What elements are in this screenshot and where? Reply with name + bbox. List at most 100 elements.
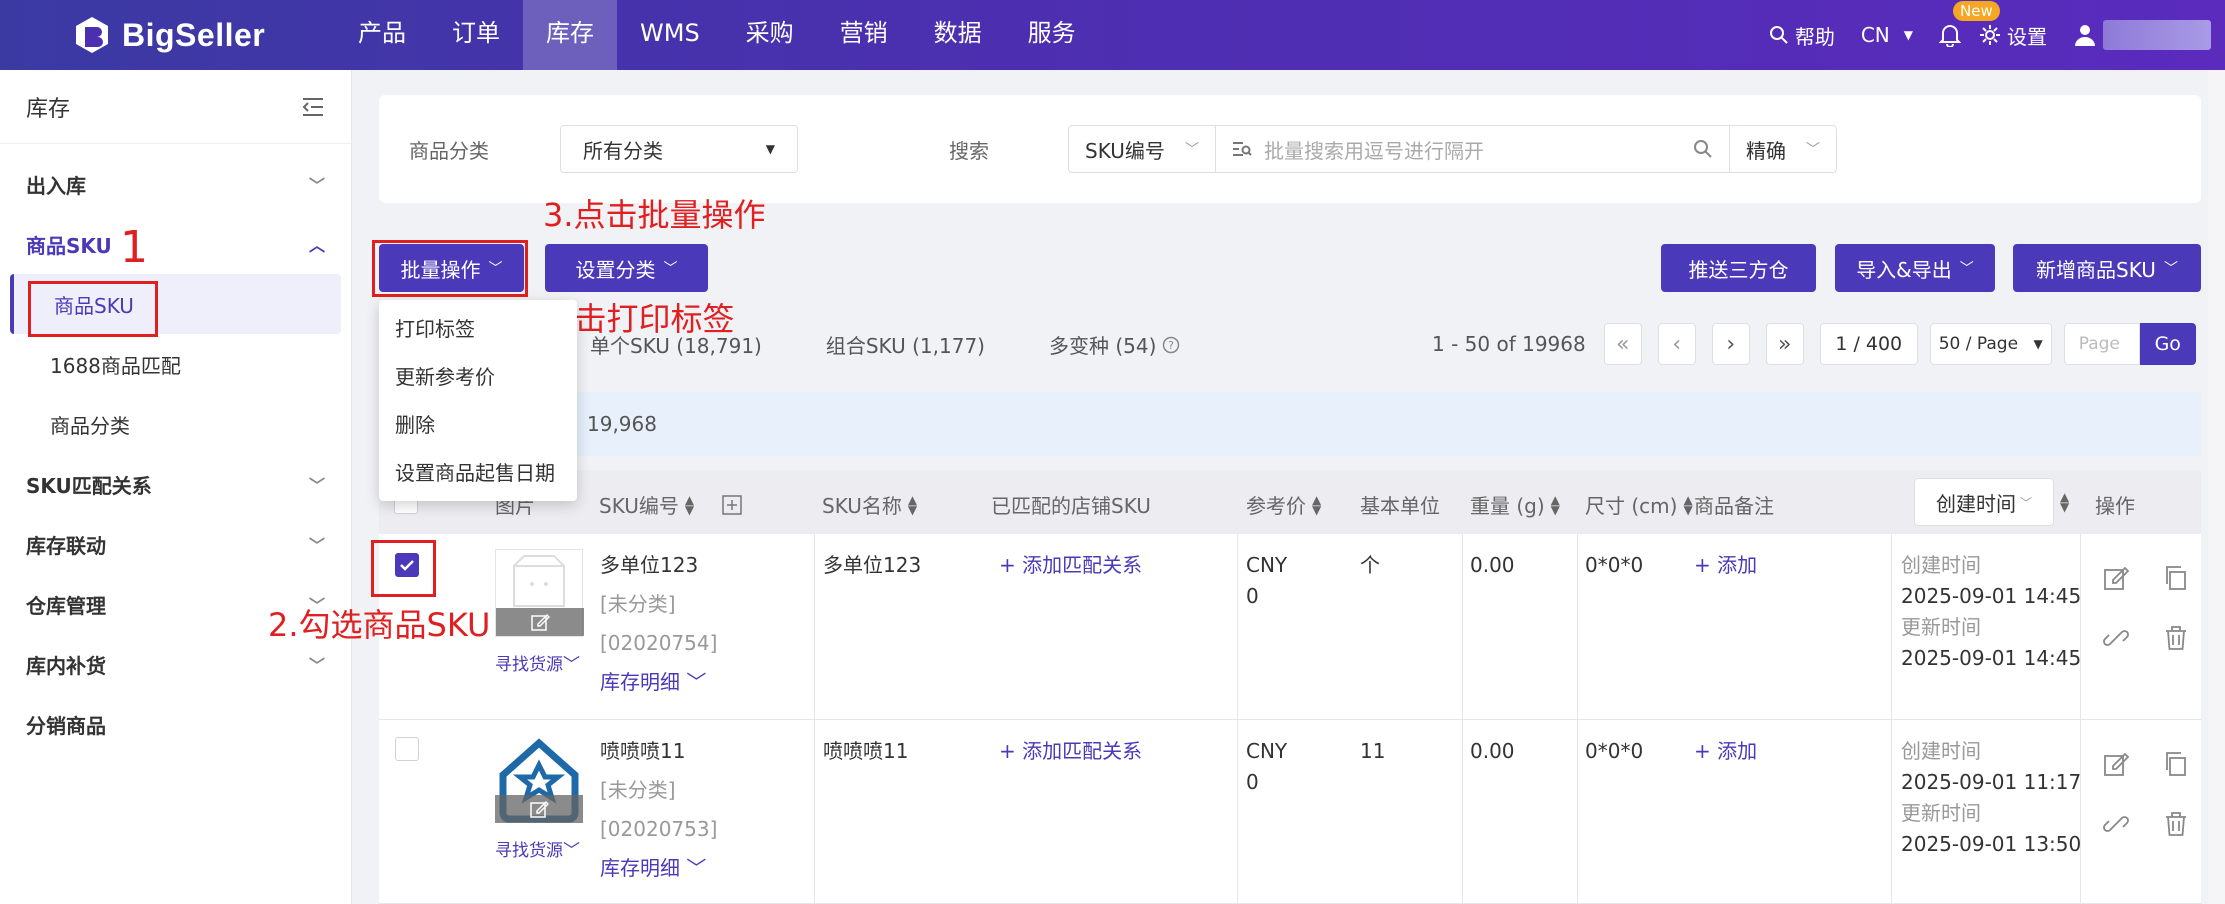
first-page-icon[interactable]: « [1603,323,1642,365]
search-icon[interactable] [1693,139,1713,159]
trash-icon[interactable] [2162,810,2190,838]
edit-image-icon[interactable] [495,795,583,823]
last-page-icon[interactable]: » [1765,323,1804,365]
annotation-step-3: 3.点击批量操作 [543,196,766,234]
sort-field-select[interactable]: 创建时间 ﹀ [1914,478,2054,526]
menu-item-delete[interactable]: 删除 [379,401,577,449]
search-field-select[interactable]: SKU编号 ﹀ [1069,126,1215,172]
edit-icon[interactable] [2102,750,2130,778]
col-size[interactable]: 尺寸 (cm) ▲ ▼ [1585,490,1693,519]
add-remark-link[interactable]: + 添加 [1694,736,1757,767]
help-circle-icon[interactable]: ? [1162,336,1180,354]
collapse-menu-icon[interactable] [301,97,325,117]
stock-detail-link[interactable]: 库存明细 ﹀ [600,667,706,698]
expand-plus-icon[interactable] [722,494,742,515]
push-3pl-label: 推送三方仓 [1688,257,1789,282]
sidebar-subitem-category[interactable]: 商品分类 [0,394,351,454]
annotation-step-1: 1 [120,222,148,273]
updated-time: 2025-09-01 14:45 [1901,646,2082,670]
nav-item-orders[interactable]: 订单 [429,0,523,70]
sort-icon[interactable]: ▲ ▼ [2060,491,2069,513]
product-thumbnail[interactable] [495,549,584,637]
nav-item-inventory[interactable]: 库存 [523,0,617,70]
menu-item-update-price[interactable]: 更新参考价 [379,353,577,401]
edit-icon[interactable] [2102,564,2130,592]
trash-icon[interactable] [2162,624,2190,652]
edit-image-icon[interactable] [496,608,584,636]
find-source-link[interactable]: 寻找货源﹀ [495,650,580,681]
page-jump-input[interactable]: Page [2063,323,2140,365]
sidebar-item-sku-mapping[interactable]: SKU匹配关系 ﹀ [0,454,351,514]
sidebar-subitem-1688-match[interactable]: 1688商品匹配 [0,334,351,394]
nav-item-products[interactable]: 产品 [335,0,429,70]
match-mode-value: 精确 [1746,138,1786,163]
import-export-button[interactable]: 导入&导出 ﹀ [1835,244,1995,292]
chevron-down-icon: ﹀ [1185,142,1199,158]
bigseller-logo[interactable]: BigSeller [72,14,265,56]
add-remark-link[interactable]: + 添加 [1694,550,1757,581]
col-sku-code-label: SKU编号 [599,494,679,518]
weight-value: 0.00 [1470,739,1515,763]
copy-icon[interactable] [2162,564,2190,592]
help-link[interactable]: 帮助 [1769,21,1835,50]
sku-name: 喷喷喷11 [823,739,909,763]
page-indicator[interactable]: 1 / 400 [1819,323,1918,365]
nav-item-wms[interactable]: WMS [617,0,723,70]
find-source-link[interactable]: 寻找货源﹀ [495,836,580,867]
find-source-label: 寻找货源 [495,655,563,675]
go-button[interactable]: Go [2139,323,2196,365]
category-select[interactable]: 所有分类 ▼ [560,125,798,173]
nav-item-marketing[interactable]: 营销 [817,0,911,70]
stock-detail-link[interactable]: 库存明细 ﹀ [600,853,706,884]
chevron-down-icon: ﹀ [1959,261,1974,277]
col-actions: 操作 [2095,494,2135,518]
settings-link[interactable]: 设置 [1979,21,2047,50]
col-sku-name[interactable]: SKU名称 ▲ ▼ [822,490,917,519]
menu-item-set-sale-date[interactable]: 设置商品起售日期 [379,449,577,497]
search-label: 搜索 [949,139,989,163]
col-ref-price[interactable]: 参考价 ▲ ▼ [1246,490,1321,519]
col-weight[interactable]: 重量 (g) ▲ ▼ [1470,490,1560,519]
menu-item-print-label[interactable]: 打印标签 [379,305,577,353]
link-icon[interactable] [2102,810,2130,838]
col-sku-code[interactable]: SKU编号 ▲ ▼ [599,490,742,519]
sidebar-item-inbound-outbound[interactable]: 出入库 ﹀ [0,154,351,214]
product-thumbnail[interactable] [495,735,583,823]
next-page-icon[interactable]: › [1711,323,1750,365]
add-match-link[interactable]: + 添加匹配关系 [999,736,1142,767]
set-category-button[interactable]: 设置分类 ﹀ [545,244,708,292]
copy-icon[interactable] [2162,750,2190,778]
push-3pl-button[interactable]: 推送三方仓 [1661,244,1816,292]
language-selector[interactable]: CN ▼ [1861,23,1913,47]
nav-item-purchase[interactable]: 采购 [723,0,817,70]
user-menu[interactable] [2073,20,2217,50]
sidebar-item-stock-sync[interactable]: 库存联动 ﹀ [0,514,351,574]
language-label: CN [1860,23,1890,47]
match-mode-select[interactable]: 精确 ﹀ [1730,126,1836,172]
chevron-down-icon: ﹀ [1806,142,1820,158]
search-input[interactable]: 批量搜索用逗号进行隔开 [1216,126,1729,172]
find-source-label: 寻找货源 [495,841,563,861]
page-jump-placeholder: Page [2078,334,2120,354]
row-checkbox[interactable] [395,737,419,761]
user-name-redacted [2103,20,2211,50]
nav-item-data[interactable]: 数据 [911,0,1005,70]
sidebar-item-product-sku[interactable]: 商品SKU ︿ [0,214,351,274]
chevron-down-icon: ﹀ [663,261,678,277]
add-match-link[interactable]: + 添加匹配关系 [999,550,1142,581]
notification-bell[interactable]: New [1939,1,2000,47]
col-size-label: 尺寸 (cm) [1585,494,1678,518]
sidebar-item-distribution[interactable]: 分销商品 [0,694,351,754]
tab-variant[interactable]: 多变种 (54) ? [1049,330,1180,359]
vertical-scrollbar[interactable] [2208,70,2225,904]
tab-combo-sku[interactable]: 组合SKU (1,177) [826,330,985,359]
prev-page-icon[interactable]: ‹ [1657,323,1696,365]
page-size-select[interactable]: 50 / Page ▼ [1929,323,2052,365]
new-badge: New [1953,1,2000,21]
chevron-down-icon: ﹀ [2019,495,2032,510]
add-sku-button[interactable]: 新增商品SKU ﹀ [2013,244,2201,292]
sku-category: [未分类] [600,778,676,802]
chevron-up-icon: ︿ [308,236,325,255]
nav-item-services[interactable]: 服务 [1005,0,1099,70]
link-icon[interactable] [2102,624,2130,652]
